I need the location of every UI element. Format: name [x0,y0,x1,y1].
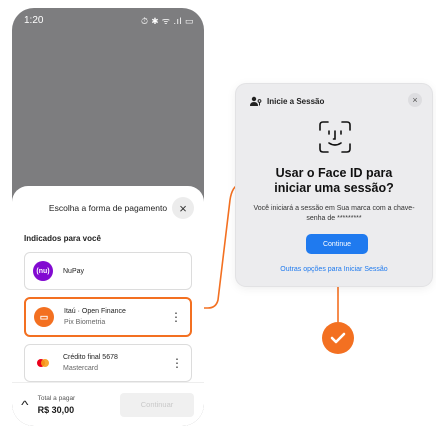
close-icon: × [179,200,187,216]
option-title: Itaú · Open Finance [64,308,126,315]
payment-option-nupay[interactable]: (nu) NuPay [24,252,192,290]
option-subtitle: Mastercard [63,365,99,372]
person-key-icon [250,96,262,106]
option-text: Crédito final 5678 Mastercard [63,354,171,372]
dialog-header-title: Inicie a Sessão [267,96,325,106]
option-title: Crédito final 5678 [63,354,118,361]
check-icon [322,322,354,354]
chevron-up-icon[interactable]: ^ [21,398,28,412]
sheet-footer: ^ Total a pagar R$ 30,00 Continuar [12,382,204,426]
nubank-logo-icon: (nu) [33,261,53,281]
sheet-title: Escolha a forma de pagamento [48,203,168,213]
more-options-icon[interactable]: ⋮ [170,311,182,323]
dialog-close-button[interactable]: × [408,93,422,107]
continue-faceid-button[interactable]: Continue [306,234,368,254]
close-icon: × [412,95,418,105]
option-text: NuPay [63,268,183,275]
faceid-icon [319,121,351,153]
payment-option-credit-card[interactable]: Crédito final 5678 Mastercard ⋮ [24,344,192,382]
total-value: R$ 30,00 [37,404,75,415]
payment-bottom-sheet: Escolha a forma de pagamento × Indicados… [12,186,204,426]
status-icons: ⏱ ✱ ᯤ .ıl ▭ [141,15,194,26]
status-time: 1:20 [24,14,44,26]
faceid-dialog: Inicie a Sessão × Usar o Face ID para in… [236,84,432,286]
total-label: Total a pagar [37,394,76,402]
continue-button[interactable]: Continuar [120,392,194,417]
dialog-header: Inicie a Sessão [250,96,324,106]
section-label: Indicados para você [24,234,101,243]
dialog-title: Usar o Face ID para iniciar uma sessão? [274,166,394,195]
itau-logo-icon: ▭ [34,307,54,327]
option-subtitle: Pix Biometria [64,319,106,326]
payment-option-itau-open-finance[interactable]: ▭ Itaú · Open Finance Pix Biometria ⋮ [24,297,192,337]
option-title: NuPay [63,267,85,275]
status-bar: 1:20 ⏱ ✱ ᯤ .ıl ▭ [12,8,204,32]
option-text: Itaú · Open Finance Pix Biometria [64,308,170,326]
sheet-header: Escolha a forma de pagamento × [12,186,204,230]
dialog-body: Você iniciará a sessão em Sua marca com … [253,205,415,222]
more-options-icon[interactable]: ⋮ [171,357,183,369]
other-signin-options-link[interactable]: Outras opções para Iniciar Sessão [236,266,432,273]
mastercard-icon [33,353,53,373]
close-button[interactable]: × [172,197,194,219]
phone-screen: 1:20 ⏱ ✱ ᯤ .ıl ▭ Escolha a forma de paga… [12,8,204,426]
total-section: Total a pagar R$ 30,00 [38,395,120,415]
